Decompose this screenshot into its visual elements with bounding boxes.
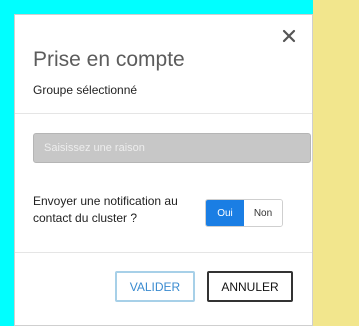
notification-toggle: Oui Non — [205, 199, 283, 227]
close-icon[interactable] — [280, 27, 298, 45]
dialog-header: Prise en compte Groupe sélectionné — [15, 15, 312, 114]
dialog-subtitle: Groupe sélectionné — [33, 83, 138, 97]
dialog-footer: VALIDER ANNULER — [15, 252, 312, 326]
cancel-button[interactable]: ANNULER — [207, 271, 293, 302]
notification-label: Envoyer une notification au contact du c… — [33, 194, 178, 225]
background-panel — [313, 0, 359, 326]
validate-button[interactable]: VALIDER — [115, 271, 195, 302]
toggle-option-oui[interactable]: Oui — [206, 200, 244, 226]
toggle-option-non[interactable]: Non — [244, 200, 282, 226]
dialog: Prise en compte Groupe sélectionné Envoy… — [14, 14, 313, 326]
reason-input[interactable] — [33, 133, 311, 163]
dialog-title: Prise en compte — [33, 48, 185, 71]
